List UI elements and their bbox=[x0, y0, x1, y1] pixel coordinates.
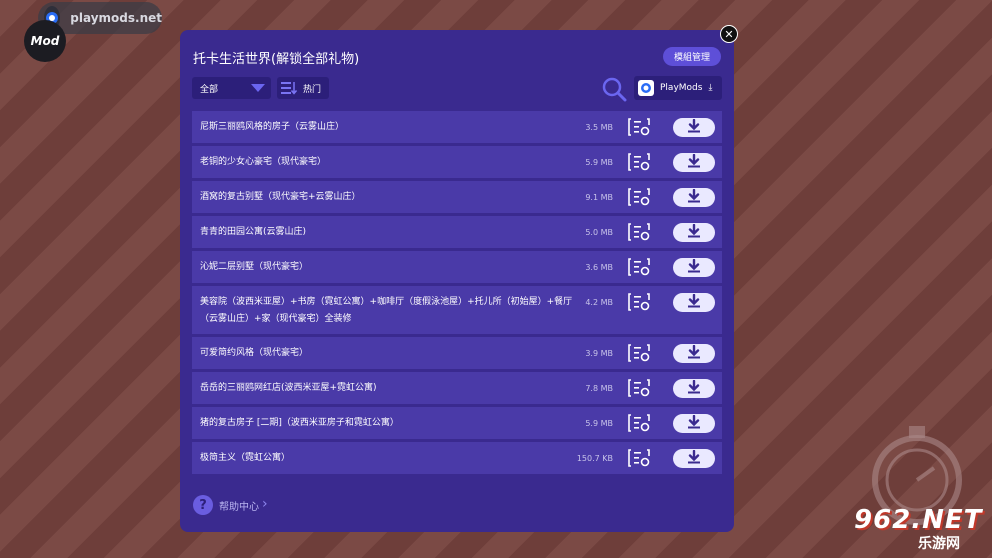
help-center-link[interactable]: 帮助中心 bbox=[219, 498, 259, 513]
category-filter-select[interactable]: 全部 bbox=[192, 77, 271, 99]
download-icon bbox=[686, 188, 702, 207]
sort-button[interactable]: 热门 bbox=[277, 77, 329, 99]
panel-title: 托卡生活世界(解锁全部礼物) bbox=[193, 52, 360, 67]
mod-name: 老铜的少女心豪宅（现代豪宅） bbox=[200, 157, 327, 167]
playmods-label: PlayMods bbox=[660, 83, 703, 93]
mod-name: 青青的田园公寓(云雾山庄) bbox=[200, 227, 307, 237]
mod-size: 3.6 MB bbox=[585, 263, 613, 272]
help-icon[interactable]: ? bbox=[193, 495, 213, 515]
mod-manager-panel: 托卡生活世界(解锁全部礼物) 模組管理 全部 热门 PlayMods ⤓ 尼斯三… bbox=[180, 30, 734, 532]
download-button[interactable] bbox=[673, 449, 715, 468]
download-button[interactable] bbox=[673, 379, 715, 398]
mod-row[interactable]: 酒窝的复古别墅（现代豪宅+云雾山庄） 9.1 MB bbox=[192, 181, 722, 213]
download-icon bbox=[686, 414, 702, 433]
apply-mod-icon[interactable] bbox=[628, 292, 650, 316]
download-icon bbox=[686, 379, 702, 398]
mod-size: 3.5 MB bbox=[585, 123, 613, 132]
mod-row[interactable]: 沁妮二层别墅（现代豪宅） 3.6 MB bbox=[192, 251, 722, 283]
download-button[interactable] bbox=[673, 344, 715, 363]
apply-mod-icon[interactable] bbox=[628, 343, 650, 367]
mod-size: 5.9 MB bbox=[585, 419, 613, 428]
apply-mod-icon[interactable] bbox=[628, 413, 650, 437]
download-icon bbox=[686, 223, 702, 242]
download-button[interactable] bbox=[673, 153, 715, 172]
mod-size: 7.8 MB bbox=[585, 384, 613, 393]
download-button[interactable] bbox=[673, 188, 715, 207]
download-icon bbox=[686, 118, 702, 137]
download-icon bbox=[686, 258, 702, 277]
mod-size: 9.1 MB bbox=[585, 193, 613, 202]
download-button[interactable] bbox=[673, 293, 715, 312]
mod-row[interactable]: 可爱简约风格（现代豪宅） 3.9 MB bbox=[192, 337, 722, 369]
mod-size: 5.9 MB bbox=[585, 158, 613, 167]
mod-row[interactable]: 尼斯三丽鸥风格的房子（云雾山庄） 3.5 MB bbox=[192, 111, 722, 143]
download-icon bbox=[686, 449, 702, 468]
download-icon bbox=[686, 153, 702, 172]
mod-size: 150.7 KB bbox=[576, 454, 613, 463]
caret-down-icon bbox=[251, 84, 265, 92]
download-small-icon: ⤓ bbox=[708, 83, 713, 93]
mod-name: 极简主义（霓虹公寓） bbox=[200, 453, 291, 463]
mod-floating-button[interactable]: Mod bbox=[24, 20, 66, 62]
download-button[interactable] bbox=[673, 223, 715, 242]
filter-value: 全部 bbox=[200, 84, 219, 95]
download-icon bbox=[686, 293, 702, 312]
mod-name: 沁妮二层别墅（现代豪宅） bbox=[200, 262, 309, 272]
mod-row[interactable]: 岳岳的三丽鸥网红店(波西米亚屋+霓虹公寓) 7.8 MB bbox=[192, 372, 722, 404]
sort-icon bbox=[281, 82, 297, 95]
sort-label: 热门 bbox=[303, 84, 322, 95]
download-button[interactable] bbox=[673, 258, 715, 277]
download-button[interactable] bbox=[673, 414, 715, 433]
apply-mod-icon[interactable] bbox=[628, 257, 650, 281]
mod-size: 5.0 MB bbox=[585, 228, 613, 237]
playmods-download-button[interactable]: PlayMods ⤓ bbox=[634, 76, 722, 100]
mod-name: 猪的复古房子 [二期]（波西米亚房子和霓虹公寓） bbox=[200, 418, 399, 428]
mod-row[interactable]: 美容院（波西米亚屋）+书房（霓虹公寓）+咖啡厅（度假泳池屋）+托儿所（初始屋）+… bbox=[192, 286, 722, 334]
apply-mod-icon[interactable] bbox=[628, 378, 650, 402]
mod-row[interactable]: 猪的复古房子 [二期]（波西米亚房子和霓虹公寓） 5.9 MB bbox=[192, 407, 722, 439]
apply-mod-icon[interactable] bbox=[628, 222, 650, 246]
playmods-icon bbox=[638, 80, 654, 96]
mod-size: 4.2 MB bbox=[585, 298, 613, 307]
mod-list: 尼斯三丽鸥风格的房子（云雾山庄） 3.5 MB 老铜的少女心豪宅（现代豪宅） 5.9 … bbox=[192, 111, 722, 477]
mod-name: 尼斯三丽鸥风格的房子（云雾山庄） bbox=[200, 122, 345, 132]
brand-sub: 乐游网 bbox=[918, 536, 960, 552]
apply-mod-icon[interactable] bbox=[628, 117, 650, 141]
download-icon bbox=[686, 344, 702, 363]
962-brand-logo: 962.NET 乐游网 bbox=[848, 503, 988, 555]
mod-size: 3.9 MB bbox=[585, 349, 613, 358]
mod-row[interactable]: 青青的田园公寓(云雾山庄) 5.0 MB bbox=[192, 216, 722, 248]
mod-row[interactable]: 极简主义（霓虹公寓） 150.7 KB bbox=[192, 442, 722, 474]
apply-mod-icon[interactable] bbox=[628, 448, 650, 472]
mod-row[interactable]: 老铜的少女心豪宅（现代豪宅） 5.9 MB bbox=[192, 146, 722, 178]
download-button[interactable] bbox=[673, 118, 715, 137]
playmods-badge-text: playmods.net bbox=[70, 11, 162, 25]
search-icon[interactable] bbox=[601, 76, 627, 106]
apply-mod-icon[interactable] bbox=[628, 152, 650, 176]
brand-number: 962.NET bbox=[854, 505, 983, 535]
mod-name: 酒窝的复古别墅（现代豪宅+云雾山庄） bbox=[200, 192, 361, 202]
mod-name: 美容院（波西米亚屋）+书房（霓虹公寓）+咖啡厅（度假泳池屋）+托儿所（初始屋）+… bbox=[200, 297, 573, 324]
mod-manage-button[interactable]: 模組管理 bbox=[663, 47, 721, 66]
apply-mod-icon[interactable] bbox=[628, 187, 650, 211]
chevron-right-icon[interactable]: › bbox=[262, 496, 268, 512]
close-icon[interactable]: ✕ bbox=[720, 25, 738, 43]
mod-name: 可爱简约风格（现代豪宅） bbox=[200, 348, 309, 358]
mod-name: 岳岳的三丽鸥网红店(波西米亚屋+霓虹公寓) bbox=[200, 383, 377, 393]
